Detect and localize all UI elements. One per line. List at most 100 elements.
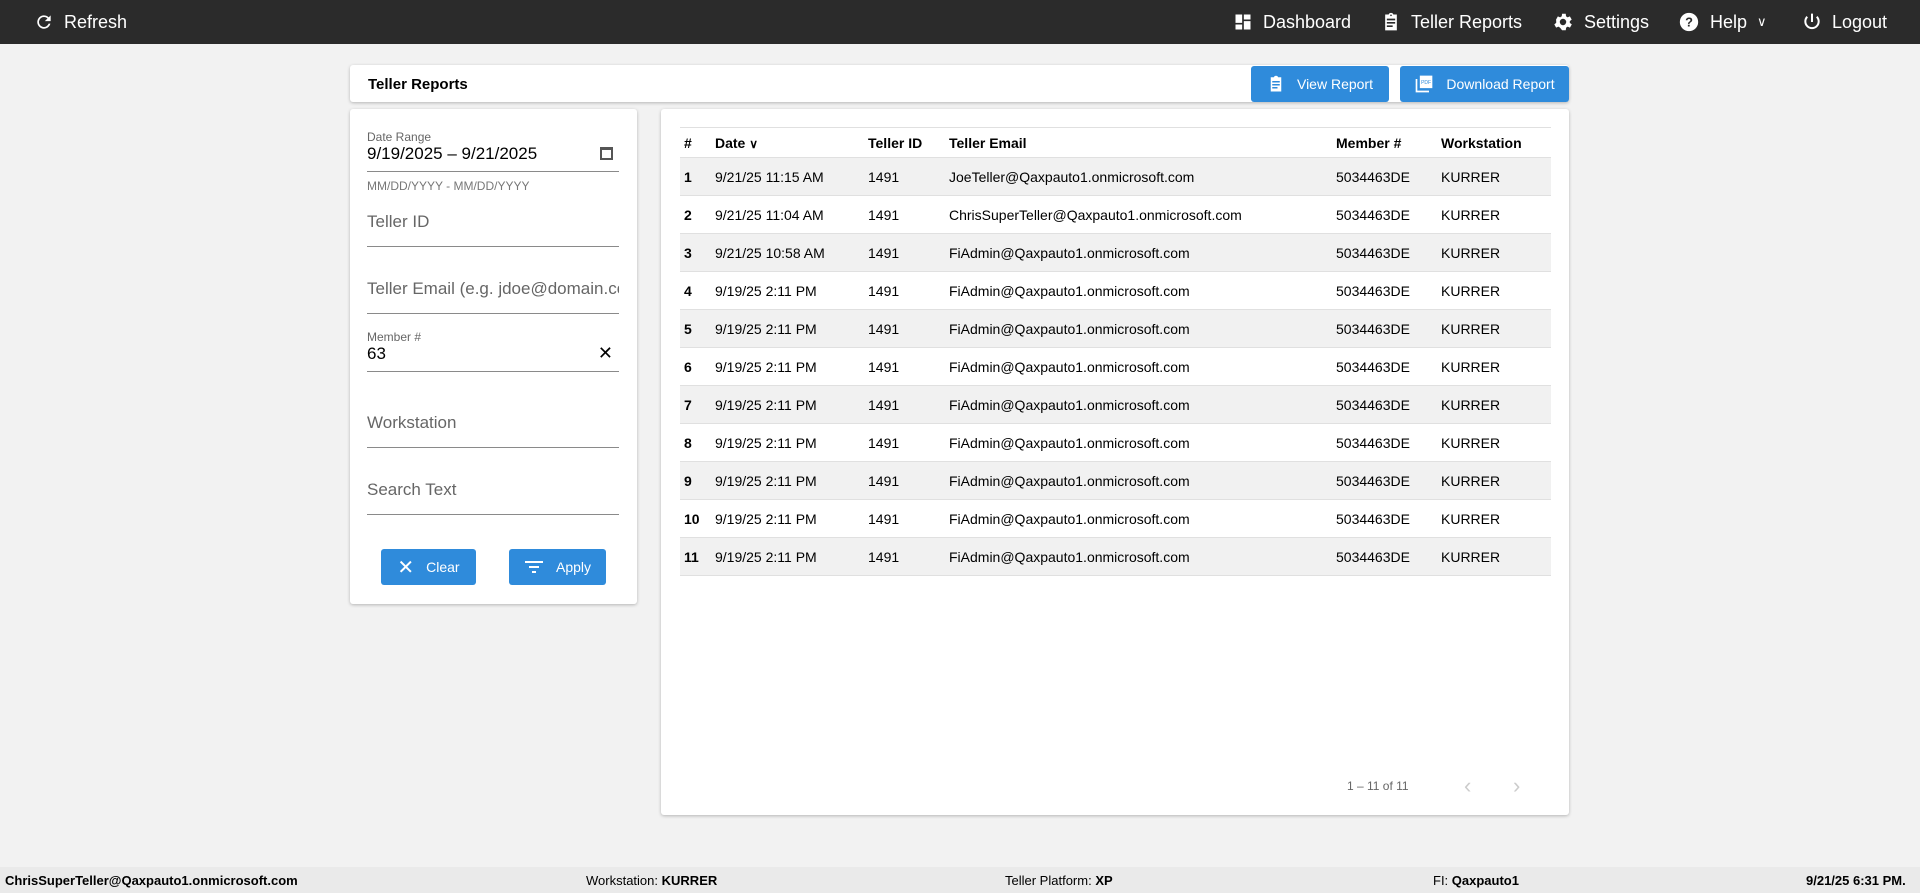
row-date: 9/19/25 2:11 PM <box>711 385 864 424</box>
search-text-placeholder: Search Text <box>367 480 457 499</box>
footer-time: 9/21/25 6:31 PM. <box>1806 873 1906 888</box>
footer-fi: FI: Qaxpauto1 <box>1433 873 1519 888</box>
member-input[interactable]: Member # 63 ✕ <box>367 330 619 372</box>
power-icon <box>1804 13 1820 30</box>
row-member: 5034463DE <box>1332 309 1437 348</box>
row-teller-id: 1491 <box>864 385 945 424</box>
row-date: 9/19/25 2:11 PM <box>711 309 864 348</box>
footer-fi-value: Qaxpauto1 <box>1451 873 1519 888</box>
row-workstation: KURRER <box>1437 271 1551 310</box>
settings-label: Settings <box>1584 11 1650 32</box>
row-teller-email: FiAdmin@Qaxpauto1.onmicrosoft.com <box>945 309 1332 348</box>
next-page-icon[interactable]: › <box>1513 773 1520 799</box>
teller-email-input[interactable]: Teller Email (e.g. jdoe@domain.com) <box>367 279 619 314</box>
footer-platform-value: XP <box>1095 873 1113 888</box>
col-member: Member # <box>1332 127 1437 158</box>
col-date[interactable]: Date ∨ <box>711 127 864 158</box>
row-number: 6 <box>680 347 711 386</box>
row-number: 11 <box>680 537 711 576</box>
logout-label: Logout <box>1832 11 1888 32</box>
row-teller-id: 1491 <box>864 423 945 462</box>
row-workstation: KURRER <box>1437 347 1551 386</box>
dashboard-icon <box>1235 14 1251 30</box>
date-range-value[interactable]: 9/19/2025 – 9/21/2025 <box>367 144 619 164</box>
calendar-icon[interactable] <box>600 147 613 160</box>
row-date: 9/19/25 2:11 PM <box>711 537 864 576</box>
workstation-placeholder: Workstation <box>367 413 457 432</box>
clear-label: Clear <box>426 559 460 575</box>
row-teller-id: 1491 <box>864 271 945 310</box>
table-row[interactable]: 11 9/19/25 2:11 PM 1491 FiAdmin@Qaxpauto1.o… <box>680 537 1551 576</box>
page-header: Teller Reports View Report PDF Download … <box>350 65 1569 102</box>
row-workstation: KURRER <box>1437 233 1551 272</box>
nav-logout[interactable]: Logout <box>1802 0 1887 44</box>
row-date: 9/21/25 10:58 AM <box>711 233 864 272</box>
workstation-input[interactable]: Workstation <box>367 413 619 448</box>
table-row[interactable]: 2 9/21/25 11:04 AM 1491 ChrisSuperTeller@Qa… <box>680 195 1551 234</box>
help-label: Help <box>1710 11 1748 32</box>
row-number: 10 <box>680 499 711 538</box>
table-row[interactable]: 8 9/19/25 2:11 PM 1491 FiAdmin@Qaxpauto1.on… <box>680 423 1551 462</box>
view-report-label: View Report <box>1296 76 1373 92</box>
view-report-button[interactable]: View Report <box>1251 66 1389 102</box>
table-row[interactable]: 10 9/19/25 2:11 PM 1491 FiAdmin@Qaxpauto1.o… <box>680 499 1551 538</box>
footer-user: ChrisSuperTeller@Qaxpauto1.onmicrosoft.c… <box>5 873 298 888</box>
row-teller-id: 1491 <box>864 537 945 576</box>
table-row[interactable]: 7 9/19/25 2:11 PM 1491 FiAdmin@Qaxpauto1.on… <box>680 385 1551 424</box>
table-row[interactable]: 6 9/19/25 2:11 PM 1491 FiAdmin@Qaxpauto1.on… <box>680 347 1551 386</box>
table-row[interactable]: 5 9/19/25 2:11 PM 1491 FiAdmin@Qaxpauto1.on… <box>680 309 1551 348</box>
row-teller-email: FiAdmin@Qaxpauto1.onmicrosoft.com <box>945 423 1332 462</box>
download-report-button[interactable]: PDF Download Report <box>1400 66 1569 102</box>
nav-settings[interactable]: Settings <box>1552 0 1649 44</box>
row-member: 5034463DE <box>1332 195 1437 234</box>
row-date: 9/19/25 2:11 PM <box>711 461 864 500</box>
search-text-input[interactable]: Search Text <box>367 480 619 515</box>
row-workstation: KURRER <box>1437 461 1551 500</box>
status-bar: ChrisSuperTeller@Qaxpauto1.onmicrosoft.c… <box>0 867 1920 893</box>
row-teller-email: FiAdmin@Qaxpauto1.onmicrosoft.com <box>945 271 1332 310</box>
prev-page-icon[interactable]: ‹ <box>1464 773 1471 799</box>
table-row[interactable]: 3 9/21/25 10:58 AM 1491 FiAdmin@Qaxpauto1.o… <box>680 233 1551 272</box>
refresh-button[interactable]: Refresh <box>34 0 127 44</box>
pdf-icon: PDF <box>1416 75 1433 93</box>
clear-button[interactable]: ✕ Clear <box>381 549 476 585</box>
row-date: 9/21/25 11:15 AM <box>711 157 864 196</box>
download-report-label: Download Report <box>1446 76 1555 92</box>
table-row[interactable]: 4 9/19/25 2:11 PM 1491 FiAdmin@Qaxpauto1.on… <box>680 271 1551 310</box>
table-row[interactable]: 1 9/21/25 11:15 AM 1491 JoeTeller@Qaxpauto1… <box>680 157 1551 196</box>
row-number: 1 <box>680 157 711 196</box>
footer-workstation: Workstation: KURRER <box>586 873 717 888</box>
row-number: 3 <box>680 233 711 272</box>
member-label: Member # <box>367 330 422 344</box>
row-member: 5034463DE <box>1332 423 1437 462</box>
footer-workstation-value: KURRER <box>661 873 718 888</box>
nav-teller-reports[interactable]: Teller Reports <box>1381 0 1522 44</box>
col-number: # <box>680 127 711 158</box>
results-panel: # Date ∨ Teller ID Teller Email Member #… <box>661 109 1569 815</box>
row-date: 9/19/25 2:11 PM <box>711 423 864 462</box>
row-date: 9/19/25 2:11 PM <box>711 499 864 538</box>
row-workstation: KURRER <box>1437 309 1551 348</box>
footer-platform: Teller Platform: XP <box>1005 873 1113 888</box>
apply-button[interactable]: Apply <box>509 549 606 585</box>
table-row[interactable]: 9 9/19/25 2:11 PM 1491 FiAdmin@Qaxpauto1.on… <box>680 461 1551 500</box>
svg-text:PDF: PDF <box>1421 80 1431 86</box>
row-number: 5 <box>680 309 711 348</box>
teller-id-input[interactable]: Teller ID <box>367 212 619 247</box>
row-teller-email: JoeTeller@Qaxpauto1.onmicrosoft.com <box>945 157 1332 196</box>
refresh-label: Refresh <box>64 11 128 32</box>
row-number: 7 <box>680 385 711 424</box>
clear-member-icon[interactable]: ✕ <box>598 343 613 364</box>
teller-email-placeholder: Teller Email (e.g. jdoe@domain.com) <box>367 279 619 298</box>
row-member: 5034463DE <box>1332 499 1437 538</box>
nav-help[interactable]: ? Help ∨ <box>1678 0 1767 44</box>
sort-desc-icon: ∨ <box>749 136 759 151</box>
table-header-row: # Date ∨ Teller ID Teller Email Member #… <box>680 127 1551 158</box>
member-value[interactable]: 63 <box>367 344 619 364</box>
footer-platform-label: Teller Platform: <box>1005 873 1092 888</box>
row-teller-id: 1491 <box>864 461 945 500</box>
nav-dashboard[interactable]: Dashboard <box>1233 0 1351 44</box>
date-range-field[interactable]: Date Range 9/19/2025 – 9/21/2025 <box>367 130 619 172</box>
col-teller-email: Teller Email <box>945 127 1332 158</box>
row-teller-email: FiAdmin@Qaxpauto1.onmicrosoft.com <box>945 385 1332 424</box>
